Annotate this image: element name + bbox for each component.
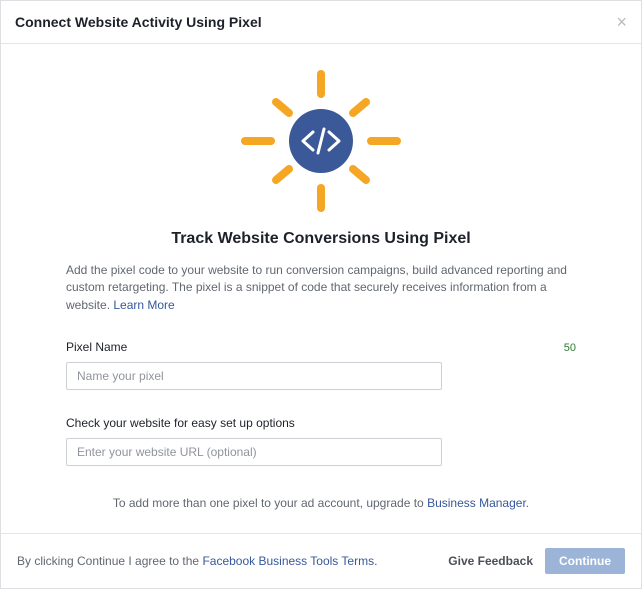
continue-button[interactable]: Continue xyxy=(545,548,625,574)
pixel-illustration xyxy=(66,60,576,224)
terms-link[interactable]: Facebook Business Tools Terms. xyxy=(202,554,377,568)
pixel-info-pre: To add more than one pixel to your ad ac… xyxy=(113,496,427,510)
main-heading: Track Website Conversions Using Pixel xyxy=(66,230,576,248)
business-manager-link[interactable]: Business Manager xyxy=(427,496,526,510)
pixel-name-label: Pixel Name xyxy=(66,340,127,354)
sun-code-icon xyxy=(221,66,421,216)
pixel-name-input[interactable] xyxy=(66,362,442,390)
give-feedback-link[interactable]: Give Feedback xyxy=(448,554,533,568)
dialog: Connect Website Activity Using Pixel × xyxy=(0,0,642,589)
pixel-info: To add more than one pixel to your ad ac… xyxy=(66,496,576,510)
website-field: Check your website for easy set up optio… xyxy=(66,416,576,466)
close-icon[interactable]: × xyxy=(616,13,627,31)
dialog-footer: By clicking Continue I agree to the Face… xyxy=(1,533,641,588)
pixel-info-post: . xyxy=(526,496,529,510)
website-input[interactable] xyxy=(66,438,442,466)
pixel-name-label-row: Pixel Name 50 xyxy=(66,340,576,354)
footer-actions: Give Feedback Continue xyxy=(448,548,625,574)
terms-pre: By clicking Continue I agree to the xyxy=(17,554,202,568)
learn-more-link[interactable]: Learn More xyxy=(113,298,174,312)
pixel-name-char-count: 50 xyxy=(564,342,576,354)
dialog-title: Connect Website Activity Using Pixel xyxy=(15,14,262,30)
terms-text: By clicking Continue I agree to the Face… xyxy=(17,554,377,568)
pixel-name-field: Pixel Name 50 xyxy=(66,340,576,390)
description: Add the pixel code to your website to ru… xyxy=(66,262,576,314)
dialog-body: Track Website Conversions Using Pixel Ad… xyxy=(1,44,641,533)
dialog-header: Connect Website Activity Using Pixel × xyxy=(1,1,641,44)
website-label: Check your website for easy set up optio… xyxy=(66,416,576,430)
